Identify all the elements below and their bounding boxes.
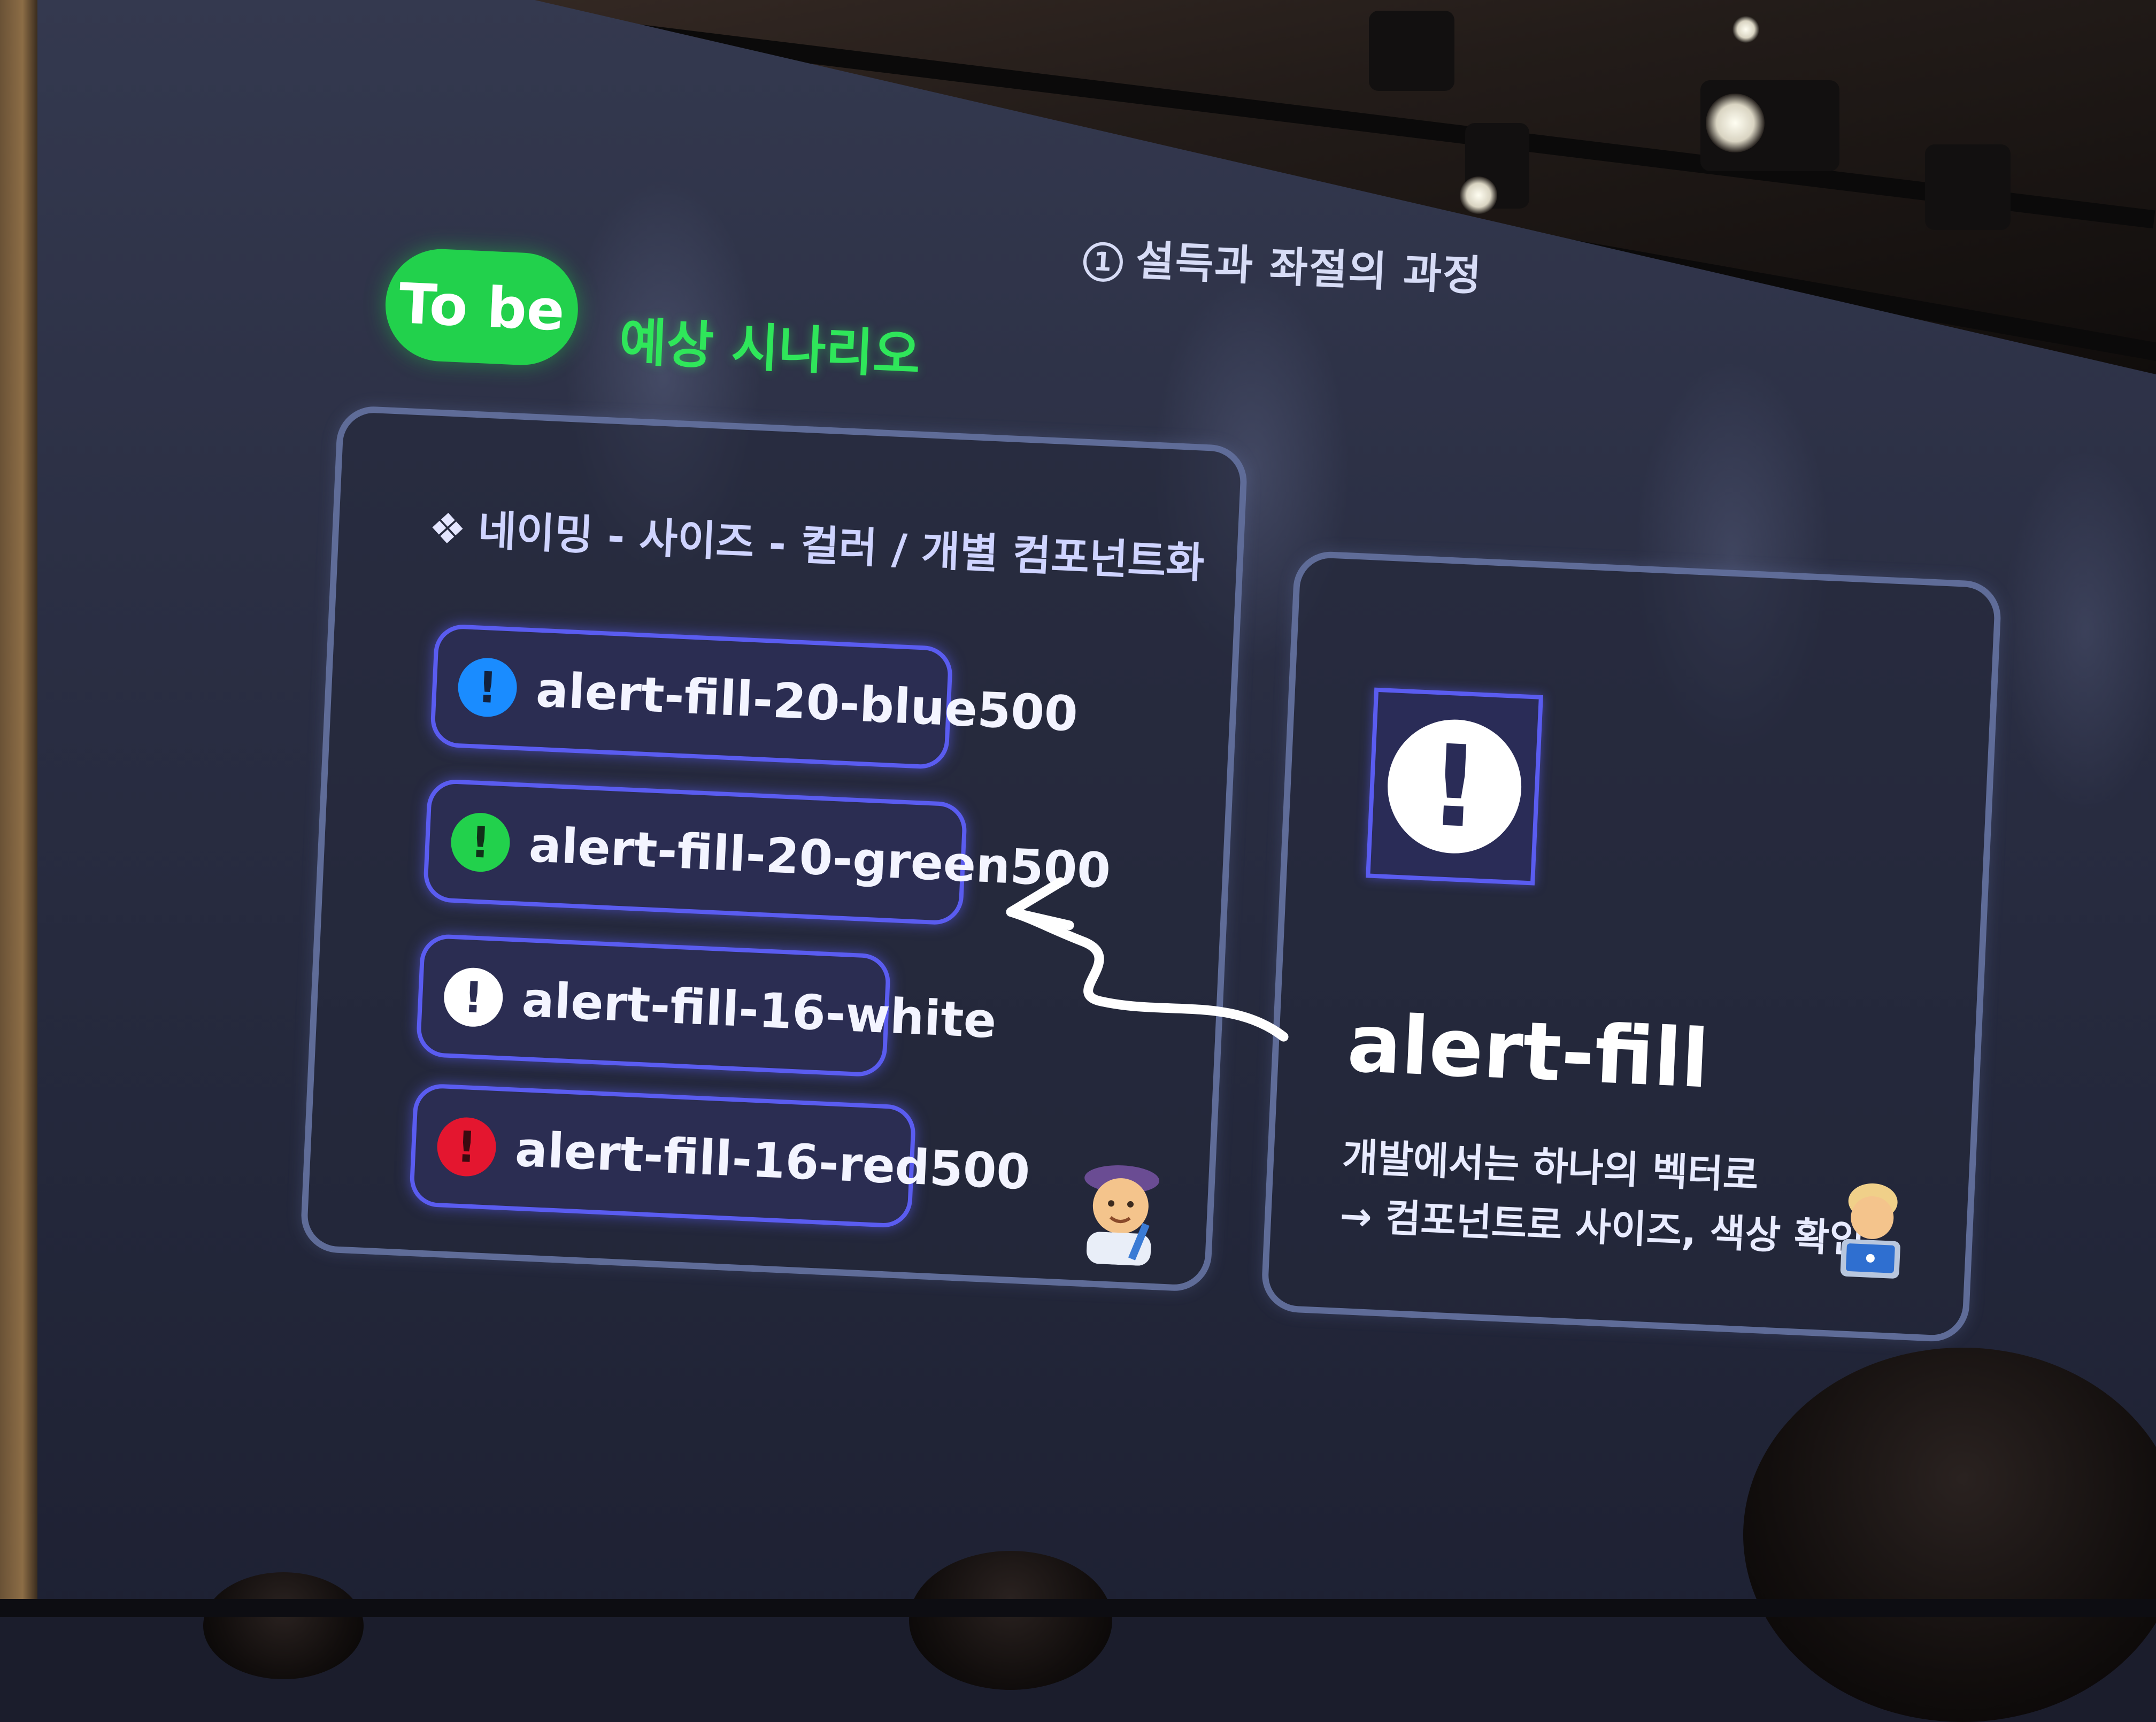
icon-chip-blue: ! alert-fill-20-blue500 — [429, 623, 1079, 770]
icon-chip-white: ! alert-fill-16-white — [415, 933, 998, 1078]
spot-lamp — [1706, 94, 1765, 152]
audience-head — [909, 1551, 1112, 1690]
screen-bottom-edge — [0, 1599, 2156, 1617]
audience-head — [203, 1572, 364, 1679]
artist-emoji — [1084, 1165, 1160, 1266]
alert-white-icon: ! — [442, 966, 504, 1028]
alert-fill-icon: ! — [1384, 717, 1524, 857]
squiggle-arrow — [1006, 877, 1289, 1042]
section-number: 1 — [1082, 241, 1124, 282]
icon-chip-red: ! alert-fill-16-red500 — [409, 1082, 1031, 1229]
scenario-heading: 예상 시나리오 — [618, 311, 922, 386]
stage-light-fixture — [1925, 144, 2011, 230]
stage-light-fixture — [1369, 11, 1454, 91]
wooden-frame — [0, 0, 37, 1617]
spot-lamp — [1732, 16, 1759, 43]
alert-red-icon: ! — [436, 1116, 498, 1178]
alert-fill-preview: ! — [1366, 687, 1543, 886]
to-be-badge: To be — [383, 247, 581, 368]
technologist-emoji — [1840, 1183, 1900, 1279]
audience-head — [1743, 1348, 2156, 1722]
section-title-text: 설득과 좌절의 과정 — [1135, 236, 1483, 301]
icon-chip-green: ! alert-fill-20-green500 — [422, 778, 1112, 926]
alert-green-icon: ! — [450, 811, 511, 873]
alert-blue-icon: ! — [457, 656, 519, 718]
spot-lamp — [1460, 176, 1497, 214]
icon-name: alert-fill — [1345, 997, 1711, 1106]
section-title: 1 설득과 좌절의 과정 — [1082, 225, 1484, 303]
diamond-grid-icon: ❖ — [427, 504, 467, 555]
